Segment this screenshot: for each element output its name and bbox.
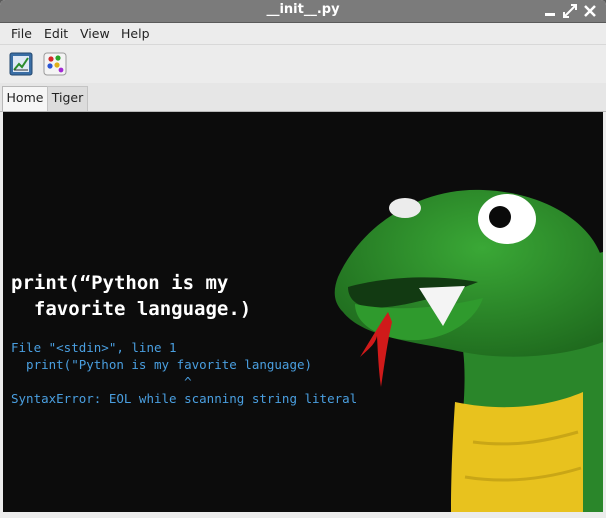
menu-view[interactable]: View: [80, 26, 110, 41]
traceback-caret: ^: [11, 374, 192, 389]
image-viewer: print(“Python is my favorite language.) …: [3, 112, 603, 512]
menu-help[interactable]: Help: [121, 26, 150, 41]
traceback-line-1: File "<stdin>", line 1: [11, 340, 177, 355]
traceback-text: File "<stdin>", line 1 print("Python is …: [11, 339, 357, 407]
chart-icon[interactable]: [9, 52, 33, 76]
tab-home[interactable]: Home: [2, 86, 48, 111]
menu-edit[interactable]: Edit: [44, 26, 68, 41]
maximize-icon[interactable]: [562, 3, 578, 19]
tab-bar: Home Tiger: [0, 83, 606, 112]
menu-bar: File Edit View Help: [0, 23, 606, 44]
headline-text: print(“Python is my favorite language.): [11, 272, 252, 320]
traceback-error: SyntaxError: EOL while scanning string l…: [11, 391, 358, 406]
title-bar[interactable]: __init__.py: [0, 0, 606, 23]
window-title: __init__.py: [266, 2, 340, 17]
toolbar: [0, 44, 606, 84]
status-bar: [0, 512, 606, 518]
traceback-line-2: print("Python is my favorite language): [11, 357, 313, 372]
app-window: __init__.py File Edit View Help Home Tig…: [0, 0, 606, 518]
tab-tiger[interactable]: Tiger: [47, 86, 88, 111]
palette-icon[interactable]: [43, 52, 67, 76]
menu-file[interactable]: File: [11, 26, 32, 41]
close-icon[interactable]: [582, 3, 598, 19]
minimize-icon[interactable]: [542, 3, 558, 19]
